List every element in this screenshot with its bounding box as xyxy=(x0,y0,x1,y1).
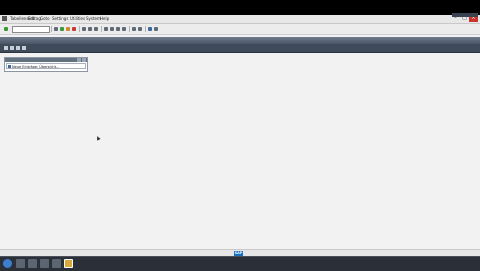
panel-header xyxy=(5,58,87,62)
panel-close-icon[interactable] xyxy=(82,58,86,62)
screen-title-bar xyxy=(0,37,480,44)
last-page-icon[interactable] xyxy=(122,27,126,31)
menu-item-6[interactable]: System xyxy=(86,15,101,23)
layout-icon[interactable] xyxy=(154,27,158,31)
copy-icon[interactable] xyxy=(16,46,20,50)
help-icon[interactable] xyxy=(148,27,152,31)
menu-item-5[interactable]: Utilities xyxy=(70,15,85,23)
menu-item-7[interactable]: Help xyxy=(100,15,109,23)
window-menu-icon[interactable] xyxy=(2,16,7,21)
new-session-icon[interactable] xyxy=(132,27,136,31)
first-page-icon[interactable] xyxy=(104,27,108,31)
toolbar-separator xyxy=(129,26,130,32)
dialog-structure-panel: Neue Einträge: Übersicht... xyxy=(4,57,88,72)
cancel-icon[interactable] xyxy=(72,27,76,31)
exit-icon[interactable] xyxy=(66,27,70,31)
toolbar-separator xyxy=(79,26,80,32)
enter-icon[interactable] xyxy=(4,27,8,31)
tree-item[interactable]: Neue Einträge: Übersicht... xyxy=(6,63,86,69)
menu-item-2[interactable]: Edit xyxy=(28,15,36,23)
toolbar-separator xyxy=(51,26,52,32)
shortcut-icon[interactable] xyxy=(138,27,142,31)
menu-item-4[interactable]: Settings xyxy=(52,15,68,23)
application-toolbar xyxy=(0,44,480,53)
find-icon[interactable] xyxy=(88,27,92,31)
work-area: Neue Einträge: Übersicht... xyxy=(0,53,480,249)
back-icon[interactable] xyxy=(60,27,64,31)
new-entries-icon[interactable] xyxy=(10,46,14,50)
display-change-icon[interactable] xyxy=(4,46,8,50)
save-icon[interactable] xyxy=(54,27,58,31)
desktop-screenshot: { "menubar": { "items": ["Tabelleneintra… xyxy=(0,0,480,271)
toolbar-separator xyxy=(145,26,146,32)
taskbar-app-icon[interactable] xyxy=(16,259,25,268)
toolbar-separator xyxy=(101,26,102,32)
previous-page-icon[interactable] xyxy=(110,27,114,31)
menu-item-3[interactable]: Goto xyxy=(40,15,50,23)
menu-item-1[interactable]: Tabelleneintrag xyxy=(10,15,41,23)
mouse-cursor-icon xyxy=(95,135,101,141)
taskbar-app-icon[interactable] xyxy=(52,259,61,268)
menu-bar: Tabelleneintrag Edit Goto Settings Utili… xyxy=(0,15,480,24)
next-page-icon[interactable] xyxy=(116,27,120,31)
print-icon[interactable] xyxy=(82,27,86,31)
start-button[interactable] xyxy=(3,259,12,268)
taskbar-app-icon[interactable] xyxy=(40,259,49,268)
taskbar-sap-icon[interactable] xyxy=(64,259,73,268)
taskbar-app-icon[interactable] xyxy=(28,259,37,268)
standard-toolbar xyxy=(0,24,480,35)
find-next-icon[interactable] xyxy=(94,27,98,31)
panel-collapse-icon[interactable] xyxy=(77,58,81,62)
sap-gui-window: Tabelleneintrag Edit Goto Settings Utili… xyxy=(0,15,480,257)
screen-overlay-badge xyxy=(452,13,478,17)
taskbar xyxy=(0,256,480,271)
command-field[interactable] xyxy=(12,26,50,33)
tree-item-label: Neue Einträge: Übersicht... xyxy=(12,65,60,69)
folder-icon xyxy=(8,65,11,68)
delete-icon[interactable] xyxy=(22,46,26,50)
